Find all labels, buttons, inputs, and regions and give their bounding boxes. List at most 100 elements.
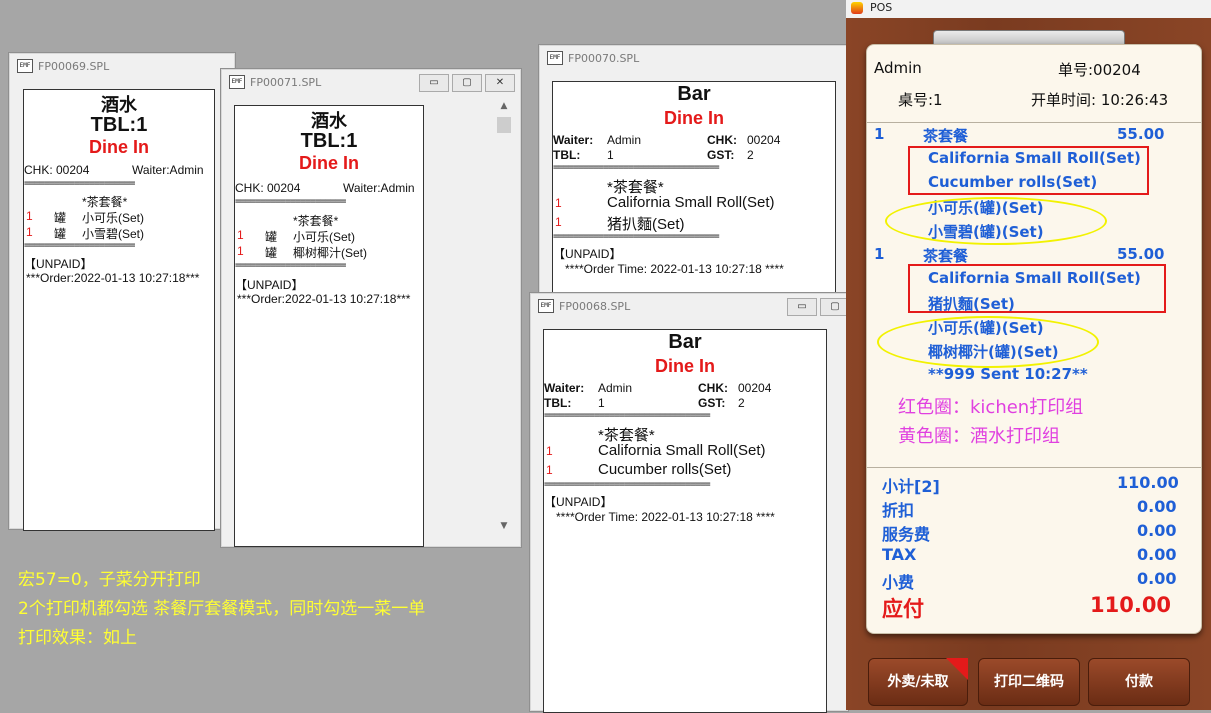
receipt-tbl-label: TBL: xyxy=(553,148,581,162)
receipt-divider: ====================== xyxy=(24,240,135,251)
receipt-tbl-value: 1 xyxy=(598,396,605,410)
note-line-2: 2个打印机都勾选 茶餐厅套餐模式，同时勾选一菜一单 xyxy=(18,599,426,619)
amount-due-label: 应付 xyxy=(882,597,924,621)
window-controls: ▭ ▢ xyxy=(787,298,850,316)
table-number: 桌号:1 xyxy=(898,91,943,109)
spool-window-fp00068[interactable]: EMF FP00068.SPL ▭ ▢ Bar Dine In Waiter: … xyxy=(529,292,850,713)
receipt-divider: ================================= xyxy=(544,479,711,490)
yellow-ellipse-bar-group xyxy=(877,316,1099,368)
pos-title-bar[interactable]: POS xyxy=(846,0,1211,18)
title-bar[interactable]: EMF FP00069.SPL xyxy=(9,53,235,79)
receipt-tbl-label: TBL: xyxy=(544,396,572,410)
emf-icon: EMF xyxy=(17,59,33,73)
scroll-thumb[interactable] xyxy=(497,117,511,133)
receipt-waiter-label: Waiter: xyxy=(544,381,585,395)
receipt-item-qty: 1 xyxy=(26,209,33,223)
takeout-button[interactable]: 外卖/未取 xyxy=(868,658,968,706)
group-qty: 1 xyxy=(874,125,885,143)
service-value: 0.00 xyxy=(1137,521,1177,540)
receipt-item-qty: 1 xyxy=(546,463,553,477)
receipt-heading: Bar xyxy=(677,83,711,105)
spool-window-fp00071[interactable]: EMF FP00071.SPL ▭ ▢ ✕ 酒水 TBL:1 Dine In C… xyxy=(220,68,522,548)
order-board: Admin 单号:00204 桌号:1 开单时间: 10:26:43 1 茶套餐… xyxy=(866,44,1202,634)
print-qr-button[interactable]: 打印二维码 xyxy=(978,658,1080,706)
takeout-badge-icon xyxy=(946,658,968,680)
receipt-gst-value: 2 xyxy=(747,148,754,162)
receipt-item-qty: 1 xyxy=(26,225,33,239)
note-line-1: 宏57=0，子菜分开打印 xyxy=(18,570,201,590)
receipt-heading: Bar xyxy=(668,331,702,353)
receipt-divider: ================================= xyxy=(553,231,720,242)
receipt-tbl-value: 1 xyxy=(607,148,614,162)
order-number: 单号:00204 xyxy=(1058,61,1141,79)
receipt-order-time: ***Order:2022-01-13 10:27:18*** xyxy=(26,271,200,285)
receipt-waiter: Waiter:Admin xyxy=(343,181,415,195)
receipt-item-qty: 1 xyxy=(555,196,562,210)
discount-label[interactable]: 折扣 xyxy=(882,497,914,521)
receipt-item-name: California Small Roll(Set) xyxy=(598,442,766,459)
receipt-waiter-label: Waiter: xyxy=(553,133,594,147)
receipt-waiter: Waiter:Admin xyxy=(132,163,204,177)
receipt-waiter-value: Admin xyxy=(607,133,642,147)
minimize-icon[interactable]: ▭ xyxy=(787,298,817,316)
spool-window-fp00069[interactable]: EMF FP00069.SPL 酒水 TBL:1 Dine In CHK: 00… xyxy=(8,52,236,531)
tax-label[interactable]: TAX xyxy=(882,545,916,564)
receipt-chk-value: 00204 xyxy=(738,381,772,395)
yellow-ellipse-bar-group xyxy=(885,197,1107,245)
window-controls: ▭ ▢ ✕ xyxy=(419,74,515,92)
receipt-item-unit: 罐 xyxy=(265,230,278,244)
receipt-set-name: *茶套餐* xyxy=(82,195,128,209)
group-name: 茶套餐 xyxy=(923,127,969,145)
window-title: FP00070.SPL xyxy=(568,51,640,65)
open-time: 开单时间: 10:26:43 xyxy=(1031,91,1169,109)
pos-title: POS xyxy=(870,1,893,14)
receipt-item-unit: 罐 xyxy=(54,211,67,225)
receipt-chk-label: CHK: xyxy=(707,133,737,147)
tip-value: 0.00 xyxy=(1137,569,1177,588)
receipt-item-name: 小可乐(Set) xyxy=(82,211,145,225)
receipt-divider: ====================== xyxy=(24,178,135,189)
window-title: FP00071.SPL xyxy=(250,75,322,89)
legend-yellow: 黄色圈：酒水打印组 xyxy=(898,426,1060,447)
minimize-icon[interactable]: ▭ xyxy=(419,74,449,92)
close-icon[interactable]: ✕ xyxy=(485,74,515,92)
sent-status: **999 Sent 10:27** xyxy=(928,365,1088,383)
legend-red: 红色圈：kichen打印组 xyxy=(898,397,1084,418)
pay-button[interactable]: 付款 xyxy=(1088,658,1190,706)
title-bar[interactable]: EMF FP00070.SPL xyxy=(539,45,849,71)
group-price: 55.00 xyxy=(1117,245,1165,263)
scroll-down-icon[interactable]: ▼ xyxy=(495,521,513,537)
receipt-order-time: ****Order Time: 2022-01-13 10:27:18 **** xyxy=(565,262,784,276)
subtotal-label: 小计[2] xyxy=(882,477,940,496)
receipt-item-qty: 1 xyxy=(237,228,244,242)
receipt-chk-label: CHK: xyxy=(698,381,728,395)
receipt-unpaid: 【UNPAID】 xyxy=(235,278,304,292)
receipt-set-name: *茶套餐* xyxy=(293,214,339,228)
service-label[interactable]: 服务费 xyxy=(882,521,930,545)
receipt-waiter-value: Admin xyxy=(598,381,633,395)
spool-window-fp00070[interactable]: EMF FP00070.SPL Bar Dine In Waiter: Admi… xyxy=(538,44,850,297)
receipt-order-time: ***Order:2022-01-13 10:27:18*** xyxy=(237,292,411,306)
scroll-up-icon[interactable]: ▲ xyxy=(495,101,513,117)
discount-value: 0.00 xyxy=(1137,497,1177,516)
receipt-unpaid: 【UNPAID】 xyxy=(553,247,622,261)
receipt-paper: 酒水 TBL:1 Dine In CHK: 00204 Waiter:Admin… xyxy=(23,89,215,531)
receipt-dine-in: Dine In xyxy=(88,137,149,157)
receipt-divider: ================================= xyxy=(544,410,711,421)
emf-icon: EMF xyxy=(547,51,563,65)
maximize-icon[interactable]: ▢ xyxy=(452,74,482,92)
subtotal-value: 110.00 xyxy=(1117,473,1179,492)
receipt-dine-in: Dine In xyxy=(654,356,715,376)
receipt-dine-in: Dine In xyxy=(663,108,724,128)
group-name: 茶套餐 xyxy=(923,247,969,265)
window-title: FP00068.SPL xyxy=(559,299,631,313)
tip-label[interactable]: 小费 xyxy=(882,569,914,593)
pay-button-label: 付款 xyxy=(1125,674,1153,690)
receipt-unpaid: 【UNPAID】 xyxy=(24,257,93,271)
amount-due-value: 110.00 xyxy=(1090,593,1172,617)
receipt-item-unit: 罐 xyxy=(265,246,278,260)
receipt-table: TBL:1 xyxy=(300,130,358,152)
receipt-item-qty: 1 xyxy=(546,444,553,458)
vertical-scrollbar[interactable]: ▲ ▼ xyxy=(495,101,513,537)
receipt-chk-value: 00204 xyxy=(747,133,781,147)
